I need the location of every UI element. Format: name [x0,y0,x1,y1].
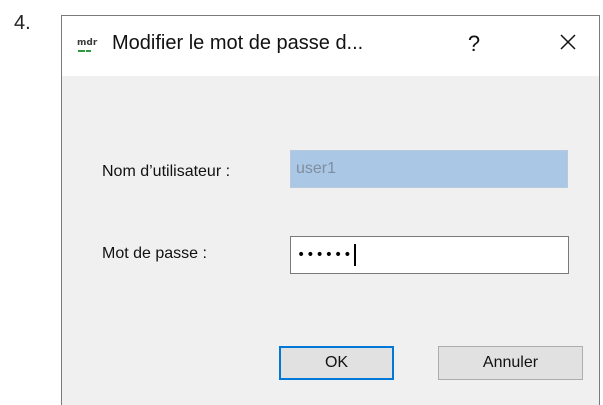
password-label: Mot de passe : [102,245,207,262]
close-button[interactable] [548,26,588,62]
dialog-titlebar[interactable]: mdr Modifier le mot de passe d... ? [62,16,599,76]
password-field[interactable]: •••••• [290,236,569,274]
help-button[interactable]: ? [456,26,492,62]
password-masked-value: •••••• [297,247,353,263]
change-password-dialog: mdr Modifier le mot de passe d... ? Nom … [61,15,600,405]
step-number: 4. [14,12,31,34]
username-label: Nom d’utilisateur : [102,163,231,180]
dialog-title: Modifier le mot de passe d... [112,32,364,54]
ok-button[interactable]: OK [279,346,394,380]
username-field[interactable]: user1 [290,150,568,188]
cancel-button[interactable]: Annuler [438,346,583,380]
app-logo-icon: mdr [76,35,100,55]
close-icon [559,33,577,56]
svg-text:mdr: mdr [77,38,98,48]
text-caret [353,244,356,266]
